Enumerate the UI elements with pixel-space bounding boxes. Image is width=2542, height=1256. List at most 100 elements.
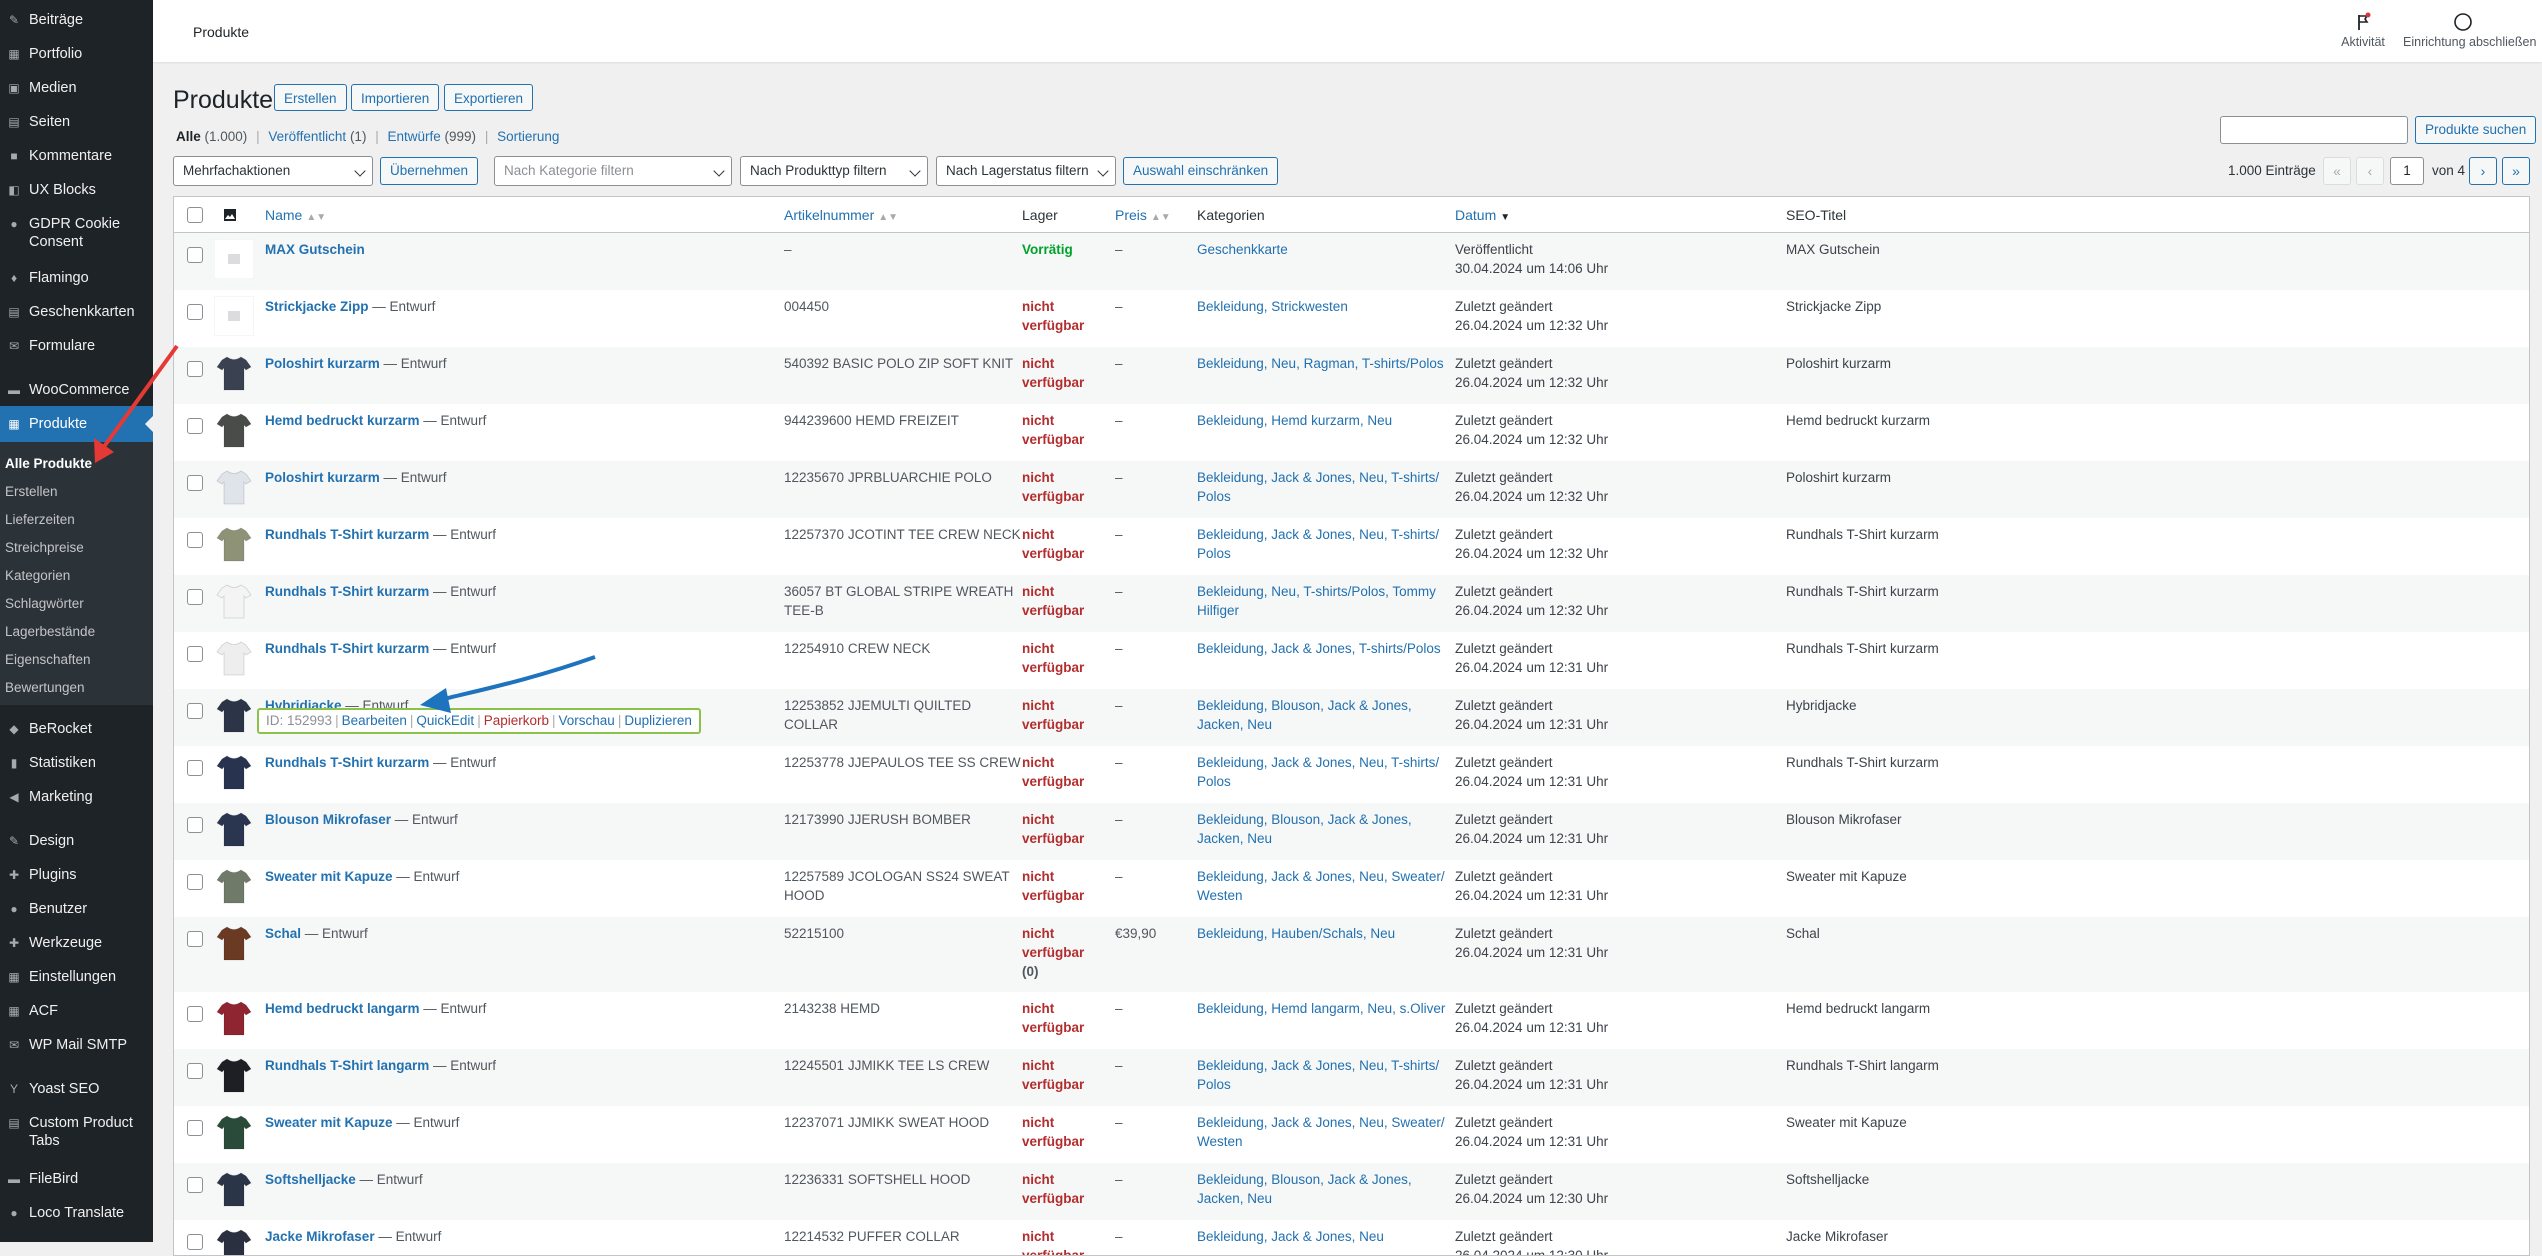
activity-button[interactable]: Aktivität — [2323, 12, 2403, 49]
product-name-link[interactable]: Hemd bedruckt langarm — [265, 1001, 420, 1016]
product-thumbnail[interactable] — [214, 1055, 254, 1095]
submenu-item-schlagwörter[interactable]: Schlagwörter — [5, 596, 84, 611]
submenu-item-lieferzeiten[interactable]: Lieferzeiten — [5, 512, 75, 527]
row-checkbox[interactable] — [187, 418, 203, 434]
product-thumbnail[interactable] — [214, 866, 254, 906]
sidebar-item-werkzeuge[interactable]: ✚ Werkzeuge — [0, 934, 153, 952]
sidebar-item-seiten[interactable]: ▤ Seiten — [0, 113, 153, 131]
product-name-link[interactable]: Rundhals T-Shirt kurzarm — [265, 641, 429, 656]
product-thumbnail[interactable] — [214, 923, 254, 963]
product-name-link[interactable]: Poloshirt kurzarm — [265, 356, 380, 371]
categories-links[interactable]: Bekleidung, Neu, T-shirts/Polos, Tommy Hi… — [1197, 582, 1436, 620]
product-thumbnail[interactable] — [214, 296, 254, 336]
product-name-link[interactable]: Rundhals T-Shirt kurzarm — [265, 755, 429, 770]
categories-links[interactable]: Bekleidung, Hauben/Schals, Neu — [1197, 924, 1395, 943]
categories-links[interactable]: Bekleidung, Jack & Jones, Neu, T-shirts/… — [1197, 1056, 1439, 1094]
row-checkbox[interactable] — [187, 1063, 203, 1079]
filter-button[interactable]: Auswahl einschränken — [1123, 157, 1279, 185]
product-name-link[interactable]: Poloshirt kurzarm — [265, 470, 380, 485]
product-type-filter-select[interactable]: Nach Produkttyp filtern — [740, 156, 928, 186]
product-thumbnail[interactable] — [214, 353, 254, 393]
row-checkbox[interactable] — [187, 304, 203, 320]
bulk-actions-select[interactable]: Mehrfachaktionen — [173, 156, 373, 186]
categories-links[interactable]: Bekleidung, Jack & Jones, T-shirts/Polos — [1197, 639, 1441, 658]
product-name-link[interactable]: Rundhals T-Shirt kurzarm — [265, 584, 429, 599]
product-thumbnail[interactable] — [214, 752, 254, 792]
row-checkbox[interactable] — [187, 247, 203, 263]
product-name-link[interactable]: Sweater mit Kapuze — [265, 869, 393, 884]
product-name-link[interactable]: Hemd bedruckt kurzarm — [265, 413, 420, 428]
categories-links[interactable]: Bekleidung, Jack & Jones, Neu, Sweater/W… — [1197, 867, 1445, 905]
sidebar-item-gdpr-cookie[interactable]: ● GDPR Cookie Consent — [0, 215, 153, 251]
row-checkbox[interactable] — [187, 1120, 203, 1136]
categories-links[interactable]: Bekleidung, Jack & Jones, Neu, T-shirts/… — [1197, 753, 1439, 791]
row-checkbox[interactable] — [187, 361, 203, 377]
submenu-item-lagerbestände[interactable]: Lagerbestände — [5, 624, 95, 639]
export-button[interactable]: Exportieren — [444, 84, 534, 111]
sidebar-item-berocket[interactable]: ◆ BeRocket — [0, 720, 153, 738]
apply-bulk-button[interactable]: Übernehmen — [380, 157, 479, 185]
product-name-link[interactable]: Softshelljacke — [265, 1172, 356, 1187]
edit-link[interactable]: Bearbeiten — [342, 713, 407, 728]
select-all-checkbox[interactable] — [187, 207, 203, 223]
setup-button[interactable]: Einrichtung abschließen — [2403, 12, 2542, 49]
sidebar-item-formulare[interactable]: ✉ Formulare — [0, 337, 153, 355]
prev-page-button[interactable]: ‹ — [2356, 157, 2384, 185]
row-checkbox[interactable] — [187, 760, 203, 776]
sidebar-item-plugins[interactable]: ✚ Plugins — [0, 866, 153, 884]
product-thumbnail[interactable] — [214, 410, 254, 450]
row-checkbox[interactable] — [187, 475, 203, 491]
categories-links[interactable]: Geschenkkarte — [1197, 240, 1288, 259]
row-checkbox[interactable] — [187, 1177, 203, 1193]
sidebar-item-marketing[interactable]: ◀ Marketing — [0, 788, 153, 806]
sidebar-item-kommentare[interactable]: ■ Kommentare — [0, 147, 153, 165]
product-thumbnail[interactable] — [214, 1169, 254, 1209]
filter-sorting[interactable]: Sortierung — [497, 129, 559, 144]
categories-links[interactable]: Bekleidung, Blouson, Jack & Jones, Jacken… — [1197, 1170, 1412, 1208]
submenu-item-kategorien[interactable]: Kategorien — [5, 568, 70, 583]
product-thumbnail[interactable] — [214, 581, 254, 621]
categories-links[interactable]: Bekleidung, Hemd kurzarm, Neu — [1197, 411, 1392, 430]
column-date[interactable]: Datum ▼ — [1455, 207, 1510, 223]
submenu-item-eigenschaften[interactable]: Eigenschaften — [5, 652, 91, 667]
product-name-link[interactable]: Schal — [265, 926, 301, 941]
import-button[interactable]: Importieren — [351, 84, 440, 111]
preview-link[interactable]: Vorschau — [559, 713, 615, 728]
row-checkbox[interactable] — [187, 703, 203, 719]
product-search-input[interactable] — [2220, 116, 2408, 144]
row-checkbox[interactable] — [187, 1006, 203, 1022]
categories-links[interactable]: Bekleidung, Jack & Jones, Neu, Sweater/W… — [1197, 1113, 1445, 1151]
row-checkbox[interactable] — [187, 817, 203, 833]
row-checkbox[interactable] — [187, 646, 203, 662]
product-thumbnail[interactable] — [214, 1112, 254, 1152]
sidebar-item-yoast-seo[interactable]: Y Yoast SEO — [0, 1080, 153, 1098]
category-filter-select[interactable]: Nach Kategorie filtern — [494, 156, 732, 186]
categories-links[interactable]: Bekleidung, Jack & Jones, Neu — [1197, 1227, 1384, 1246]
sidebar-item-medien[interactable]: ▣ Medien — [0, 79, 153, 97]
categories-links[interactable]: Bekleidung, Neu, Ragman, T-shirts/Polos — [1197, 354, 1444, 373]
duplicate-link[interactable]: Duplizieren — [624, 713, 692, 728]
categories-links[interactable]: Bekleidung, Blouson, Jack & Jones, Jacken… — [1197, 810, 1412, 848]
sidebar-item-benutzer[interactable]: ● Benutzer — [0, 900, 153, 918]
product-thumbnail[interactable] — [214, 467, 254, 507]
filter-all[interactable]: Alle — [176, 129, 201, 144]
sidebar-item-flamingo[interactable]: ♦ Flamingo — [0, 269, 153, 287]
filter-drafts[interactable]: Entwürfe — [387, 129, 440, 144]
create-button[interactable]: Erstellen — [274, 84, 347, 111]
column-sku[interactable]: Artikelnummer ▲▼ — [784, 207, 898, 223]
column-price[interactable]: Preis ▲▼ — [1115, 207, 1171, 223]
product-thumbnail[interactable] — [214, 239, 254, 279]
sidebar-item-wp-mail-smtp[interactable]: ✉ WP Mail SMTP — [0, 1036, 153, 1054]
filter-published[interactable]: Veröffentlicht — [268, 129, 346, 144]
submenu-item-streichpreise[interactable]: Streichpreise — [5, 540, 84, 555]
product-thumbnail[interactable] — [214, 638, 254, 678]
last-page-button[interactable]: » — [2502, 157, 2530, 185]
product-name-link[interactable]: Rundhals T-Shirt langarm — [265, 1058, 429, 1073]
column-name[interactable]: Name ▲▼ — [265, 207, 326, 223]
product-name-link[interactable]: Blouson Mikrofaser — [265, 812, 391, 827]
submenu-item-bewertungen[interactable]: Bewertungen — [5, 680, 85, 695]
sidebar-item-ux-blocks[interactable]: ◧ UX Blocks — [0, 181, 153, 199]
sidebar-item-geschenkkarten[interactable]: ▤ Geschenkkarten — [0, 303, 153, 321]
row-checkbox[interactable] — [187, 532, 203, 548]
sidebar-item-portfolio[interactable]: ▦ Portfolio — [0, 45, 153, 63]
